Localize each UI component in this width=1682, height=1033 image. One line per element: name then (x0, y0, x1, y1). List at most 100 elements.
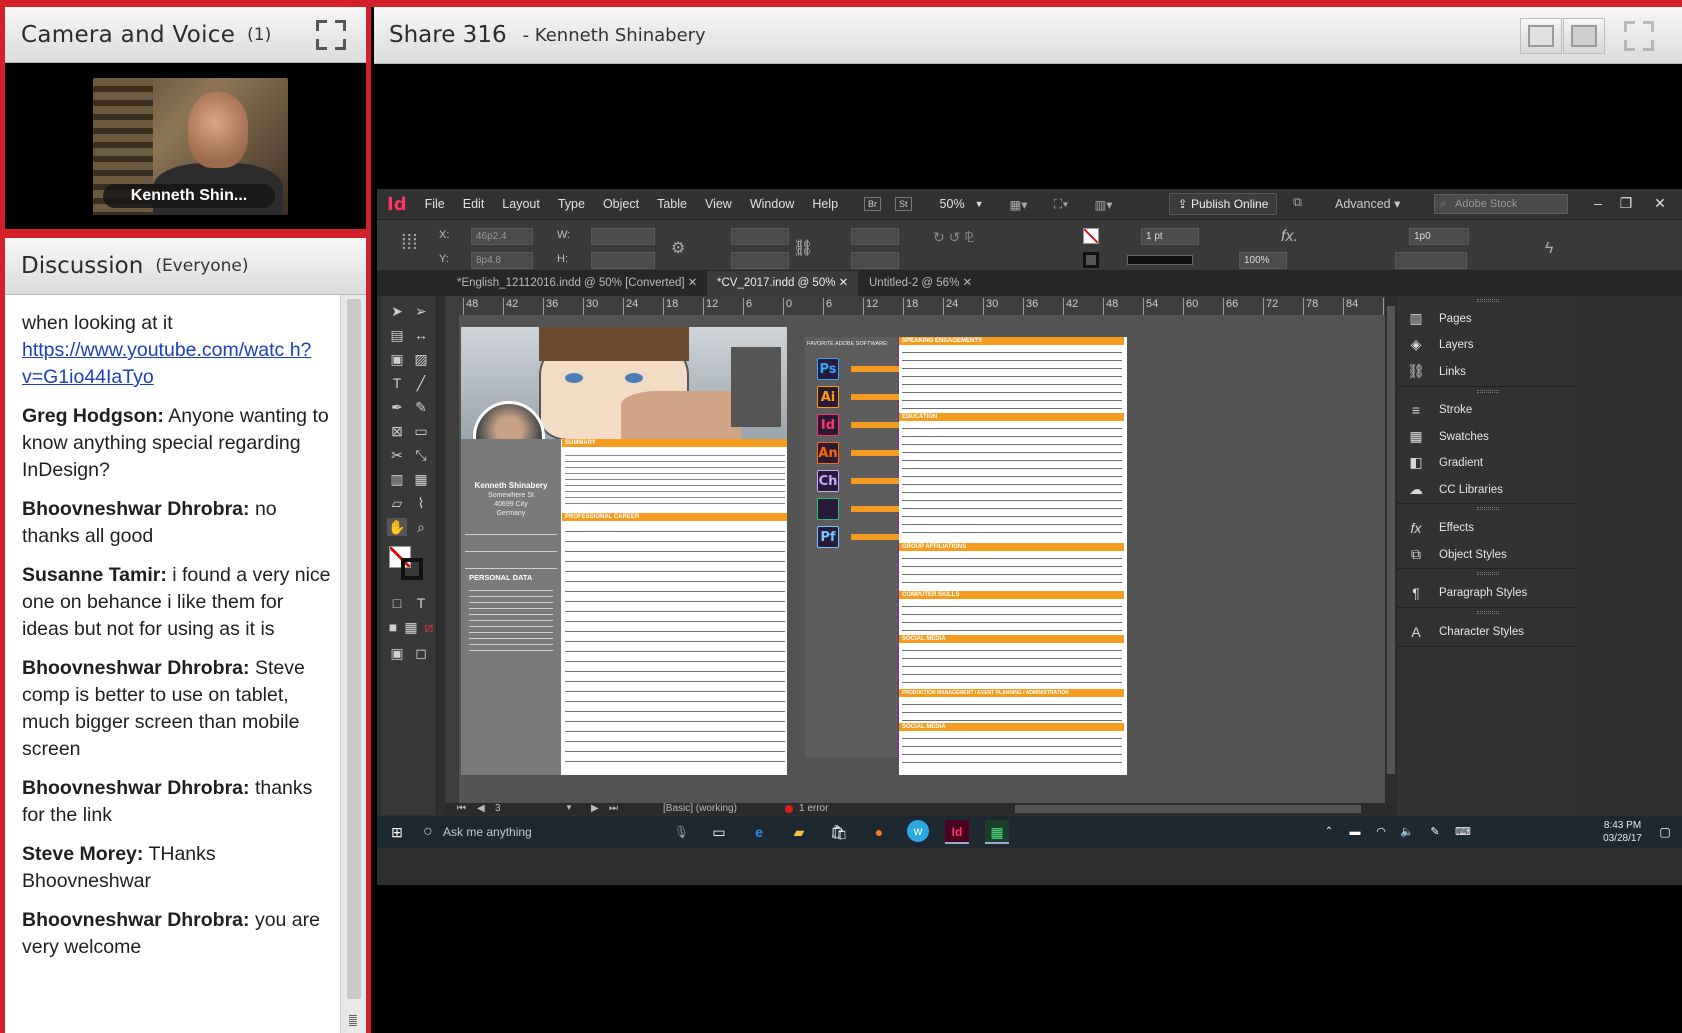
apply-gradient-icon[interactable]: ▦ (401, 618, 421, 636)
screen-mode-icon[interactable]: ▦▾ (1010, 197, 1028, 212)
panel-swatches[interactable]: ▦ Swatches (1407, 428, 1488, 445)
adobe-stock-search[interactable]: ⌕ Adobe Stock (1434, 194, 1568, 214)
file-explorer-icon[interactable]: ▰ (787, 820, 811, 844)
scale-x-field[interactable] (731, 228, 789, 245)
line-tool-icon[interactable]: ╱ (411, 374, 431, 392)
eyedropper-tool-icon[interactable]: ⌇ (411, 494, 431, 512)
pen-tray-icon[interactable]: ✎ (1423, 820, 1447, 844)
doc-tab-english[interactable]: *English_12112016.indd @ 50% [Converted]… (447, 271, 707, 296)
app-green-taskbar-icon[interactable]: ▦ (985, 820, 1009, 844)
layout-single-icon[interactable] (1520, 18, 1562, 54)
close-icon[interactable]: ✕ (688, 277, 698, 289)
menu-file[interactable]: File (425, 197, 445, 211)
free-transform-tool-icon[interactable]: ⤡ (411, 446, 431, 464)
pen-tool-icon[interactable]: ✒ (387, 398, 407, 416)
panel-stroke[interactable]: ≡ Stroke (1407, 402, 1472, 418)
apply-none-icon[interactable]: ⧄ (419, 618, 439, 636)
y-position-field[interactable]: 8p4.8 (471, 252, 533, 269)
chat-scrollbar[interactable]: ═ ═ ═ (340, 295, 366, 1033)
action-center-icon[interactable]: ▢ (1653, 820, 1677, 844)
publish-online-button[interactable]: ⇪ Publish Online (1169, 193, 1277, 215)
panel-grip[interactable] (1477, 611, 1499, 614)
zoom-level[interactable]: 50% (940, 197, 965, 211)
page-number-field[interactable]: 3 (495, 803, 501, 814)
close-icon[interactable]: ✕ (839, 277, 849, 289)
minimize-icon[interactable]: – (1587, 193, 1609, 213)
menu-table[interactable]: Table (657, 197, 687, 211)
microphone-icon[interactable]: 🎙 (674, 818, 689, 846)
type-tool-icon[interactable]: T (387, 374, 407, 392)
cv-page-left[interactable]: Kenneth Shinabery Somewhere St 40699 Cit… (461, 327, 787, 775)
task-view-icon[interactable]: ▭ (707, 820, 731, 844)
panel-pages[interactable]: ▥ Pages (1407, 310, 1471, 327)
restore-icon[interactable]: ❐ (1615, 193, 1637, 213)
panel-grip[interactable] (1477, 572, 1499, 575)
stroke-swatch-icon[interactable] (1083, 252, 1099, 268)
lightning-icon[interactable]: ϟ (1545, 240, 1553, 258)
document-vertical-scrollbar[interactable] (1385, 296, 1397, 815)
indesign-taskbar-icon[interactable]: Id (945, 820, 969, 844)
next-page-icon[interactable]: ▶ (591, 803, 599, 814)
firefox-icon[interactable]: ● (867, 820, 891, 844)
apply-color-icon[interactable]: ■ (383, 618, 403, 636)
fx-icon[interactable]: fx. (1281, 228, 1298, 246)
participant-video[interactable]: Kenneth Shin... (93, 78, 288, 215)
scissors-tool-icon[interactable]: ✂ (387, 446, 407, 464)
keyboard-icon[interactable]: ⌨ (1451, 820, 1475, 844)
gradient-feather-tool-icon[interactable]: ▦ (411, 470, 431, 488)
panel-object-styles[interactable]: ⧉ Object Styles (1407, 546, 1507, 563)
note-tool-icon[interactable]: ▱ (387, 494, 407, 512)
error-count[interactable]: 1 error (799, 803, 828, 814)
fill-none-icon[interactable] (1083, 228, 1099, 244)
width-field[interactable] (591, 228, 655, 245)
menu-view[interactable]: View (705, 197, 732, 211)
gradient-tool-icon[interactable]: ▥ (387, 470, 407, 488)
panel-grip[interactable] (1477, 507, 1499, 510)
prev-page-icon[interactable]: ◀ (477, 803, 485, 814)
close-icon[interactable]: ✕ (963, 277, 973, 289)
doc-tab-untitled[interactable]: Untitled-2 @ 56% ✕ (859, 271, 982, 296)
formatting-container-icon[interactable]: □ (387, 594, 407, 612)
menu-layout[interactable]: Layout (502, 197, 540, 211)
menu-object[interactable]: Object (603, 197, 639, 211)
chevron-down-icon[interactable]: ▼ (975, 199, 984, 209)
rotate-icons[interactable]: ↻ ↺ ⅊ (933, 228, 974, 247)
chat-scroll-thumb[interactable] (347, 299, 361, 999)
last-page-icon[interactable]: ⏭ (609, 803, 618, 814)
rotation-field[interactable] (851, 228, 899, 245)
panel-effects[interactable]: fx Effects (1407, 520, 1474, 536)
panel-grip[interactable] (1477, 299, 1499, 302)
horizontal-scrollbar[interactable] (1015, 805, 1361, 813)
bridge-button[interactable]: Br (864, 197, 882, 211)
panel-layers[interactable]: ◈ Layers (1407, 336, 1474, 353)
formatting-text-icon[interactable]: T (411, 594, 431, 612)
pasteboard[interactable]: Kenneth Shinabery Somewhere St 40699 Cit… (459, 315, 1385, 803)
page-tool-icon[interactable]: ▤ (387, 326, 407, 344)
store-icon[interactable]: 🛍 (827, 820, 851, 844)
link-icon[interactable]: ⛓ (793, 238, 813, 258)
panel-cc-libraries[interactable]: ☁ CC Libraries (1407, 481, 1503, 498)
shear-field[interactable] (851, 252, 899, 269)
constrain-icon[interactable]: ⚙ (671, 238, 685, 258)
cv-page-middle[interactable]: FAVORITE ADOBE SOFTWARE: Ps Ai Id An Ch Pf (805, 337, 907, 757)
windows-start-icon[interactable]: ⊞ (385, 820, 409, 844)
content-collector-icon[interactable]: ▣ (387, 350, 407, 368)
menu-window[interactable]: Window (750, 197, 794, 211)
content-placer-icon[interactable]: ▨ (411, 350, 431, 368)
fill-stroke-swatch-icon[interactable] (389, 546, 423, 580)
edge-icon[interactable]: e (747, 820, 771, 844)
object-style-dropdown[interactable] (1395, 252, 1467, 269)
stroke-type-dropdown[interactable] (1127, 255, 1193, 265)
app-w-icon[interactable]: w (907, 820, 929, 842)
scroll-thumb[interactable] (1387, 306, 1395, 774)
menu-type[interactable]: Type (558, 197, 585, 211)
wifi-icon[interactable]: ◠ (1369, 820, 1393, 844)
stroke-weight-field[interactable]: 1 pt (1141, 228, 1199, 245)
panel-paragraph-styles[interactable]: ¶ Paragraph Styles (1407, 585, 1527, 601)
layout-fit-icon[interactable] (1563, 18, 1605, 54)
pencil-tool-icon[interactable]: ✎ (411, 398, 431, 416)
scale-y-field[interactable] (731, 252, 789, 269)
cv-page-right[interactable]: SPEAKING ENGAGEMENTS EDUCATION GROUP AFF… (899, 337, 1127, 775)
height-field[interactable] (591, 252, 655, 269)
rectangle-frame-tool-icon[interactable]: ⊠ (387, 422, 407, 440)
